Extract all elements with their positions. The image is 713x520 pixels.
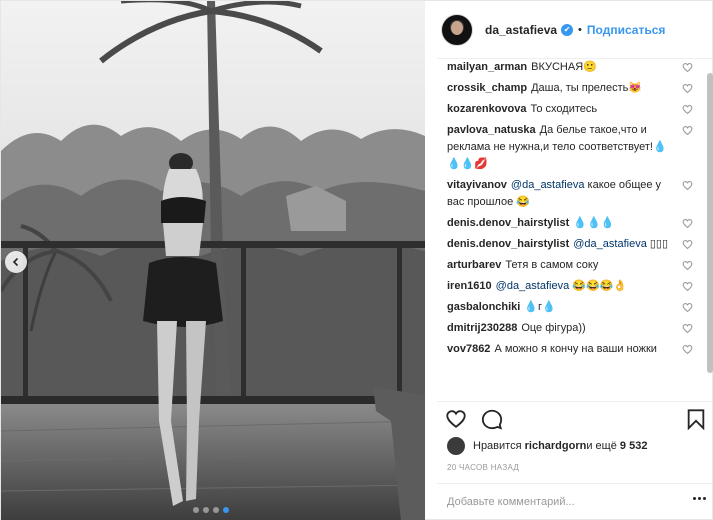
comment-item: denis.denov_hairstylist @da_astafieva ▯▯▯ bbox=[437, 236, 699, 253]
comment-text: То сходитесь bbox=[530, 103, 598, 115]
add-comment-bar bbox=[437, 483, 713, 520]
comment-author[interactable]: dmitrij230288 bbox=[447, 322, 517, 334]
comment-item: dmitrij230288 Оце фігура)) bbox=[437, 320, 699, 337]
carousel-dot bbox=[213, 507, 219, 513]
post-side-panel: da_astafieva ✔ • Подписаться mailyan_arm… bbox=[437, 1, 713, 520]
photo-image bbox=[1, 1, 425, 520]
post-timestamp[interactable]: 20 ЧАСОВ НАЗАД bbox=[447, 463, 519, 472]
comment-text: ВКУСНАЯ🙂 bbox=[531, 61, 597, 73]
likes-count[interactable]: 9 532 bbox=[620, 440, 648, 452]
carousel-indicator bbox=[193, 507, 229, 513]
comment-text: 💧💧💧 bbox=[573, 217, 615, 229]
comment-author[interactable]: pavlova_natuska bbox=[447, 124, 536, 136]
carousel-dot bbox=[193, 507, 199, 513]
comment-item: kozarenkovova То сходитесь bbox=[437, 101, 699, 118]
comment-like-heart-icon[interactable] bbox=[682, 180, 693, 191]
comment-like-heart-icon[interactable] bbox=[682, 104, 693, 115]
ellipsis-icon[interactable] bbox=[693, 497, 706, 500]
instagram-post-view: da_astafieva ✔ • Подписаться mailyan_arm… bbox=[0, 0, 713, 520]
comment-like-heart-icon[interactable] bbox=[682, 218, 693, 229]
comment-author[interactable]: denis.denov_hairstylist bbox=[447, 217, 569, 229]
comments-list[interactable]: mailyan_arman ВКУСНАЯ🙂 crossik_champ Даша, … bbox=[437, 59, 699, 401]
comment-text: ▯▯▯ bbox=[646, 238, 669, 250]
bookmark-icon[interactable] bbox=[685, 408, 707, 430]
likes-middle: и ещё bbox=[586, 440, 617, 452]
heart-icon[interactable] bbox=[445, 408, 467, 430]
comment-item: arturbarev Тетя в самом соку bbox=[437, 257, 699, 274]
comment-author[interactable]: mailyan_arman bbox=[447, 61, 527, 73]
post-actions-bar bbox=[437, 401, 713, 433]
comment-like-heart-icon[interactable] bbox=[682, 323, 693, 334]
comment-item: vitayivanov @da_astafieva какое общее у в… bbox=[437, 177, 699, 211]
avatar[interactable] bbox=[441, 13, 473, 46]
carousel-dot bbox=[203, 507, 209, 513]
comment-like-heart-icon[interactable] bbox=[682, 344, 693, 355]
previous-photo-button[interactable] bbox=[5, 251, 27, 273]
comment-text: Даша, ты прелесть😻 bbox=[531, 82, 643, 94]
comment-author[interactable]: vitayivanov bbox=[447, 179, 507, 191]
speech-bubble-icon[interactable] bbox=[481, 408, 503, 430]
comment-input[interactable] bbox=[447, 484, 677, 520]
separator-dot: • bbox=[578, 23, 582, 36]
verified-badge-icon: ✔ bbox=[561, 23, 574, 36]
comment-like-heart-icon[interactable] bbox=[682, 83, 693, 94]
comment-like-heart-icon[interactable] bbox=[682, 239, 693, 250]
comment-item: denis.denov_hairstylist 💧💧💧 bbox=[437, 215, 699, 232]
comment-text: 😂😂😂👌 bbox=[569, 280, 628, 292]
comment-like-heart-icon[interactable] bbox=[682, 260, 693, 271]
comment-item: mailyan_arman ВКУСНАЯ🙂 bbox=[437, 59, 699, 76]
liker-username[interactable]: richardgorn bbox=[525, 440, 587, 452]
post-header: da_astafieva ✔ • Подписаться bbox=[437, 1, 713, 59]
comment-like-heart-icon[interactable] bbox=[682, 281, 693, 292]
comment-like-heart-icon[interactable] bbox=[682, 62, 693, 73]
comment-author[interactable]: kozarenkovova bbox=[447, 103, 526, 115]
follow-button[interactable]: Подписаться bbox=[587, 23, 665, 37]
chevron-left-icon bbox=[12, 257, 19, 267]
comment-like-heart-icon[interactable] bbox=[682, 125, 693, 136]
comment-item: iren1610 @da_astafieva 😂😂😂👌 bbox=[437, 278, 699, 295]
comment-author[interactable]: crossik_champ bbox=[447, 82, 527, 94]
likes-prefix: Нравится bbox=[473, 440, 522, 452]
likes-summary: Нравится richardgorn и ещё 9 532 bbox=[447, 437, 647, 455]
comment-mention[interactable]: @da_astafieva bbox=[573, 238, 647, 250]
comment-mention[interactable]: @da_astafieva bbox=[511, 179, 585, 191]
comment-author[interactable]: arturbarev bbox=[447, 259, 501, 271]
comment-author[interactable]: gasbalonchiki bbox=[447, 301, 520, 313]
post-username[interactable]: da_astafieva bbox=[485, 23, 557, 37]
post-photo[interactable] bbox=[1, 1, 425, 520]
comment-text: Оце фігура)) bbox=[521, 322, 586, 334]
comment-item: pavlova_natuska Да белье такое,что и рекл… bbox=[437, 122, 699, 173]
comment-mention[interactable]: @da_astafieva bbox=[496, 280, 570, 292]
comment-item: vov7862 А можно я кончу на ваши ножки bbox=[437, 341, 699, 358]
comment-item: crossik_champ Даша, ты прелесть😻 bbox=[437, 80, 699, 97]
comment-text: А можно я кончу на ваши ножки bbox=[494, 343, 657, 355]
comment-author[interactable]: denis.denov_hairstylist bbox=[447, 238, 569, 250]
comment-like-heart-icon[interactable] bbox=[682, 302, 693, 313]
carousel-dot-active bbox=[223, 507, 229, 513]
comments-scrollbar[interactable] bbox=[707, 73, 713, 373]
comment-text: 💧г💧 bbox=[524, 301, 556, 313]
comment-author[interactable]: iren1610 bbox=[447, 280, 492, 292]
liker-avatar[interactable] bbox=[447, 437, 465, 455]
comment-author[interactable]: vov7862 bbox=[447, 343, 490, 355]
comment-item: gasbalonchiki 💧г💧 bbox=[437, 299, 699, 316]
comment-text: Тетя в самом соку bbox=[505, 259, 599, 271]
